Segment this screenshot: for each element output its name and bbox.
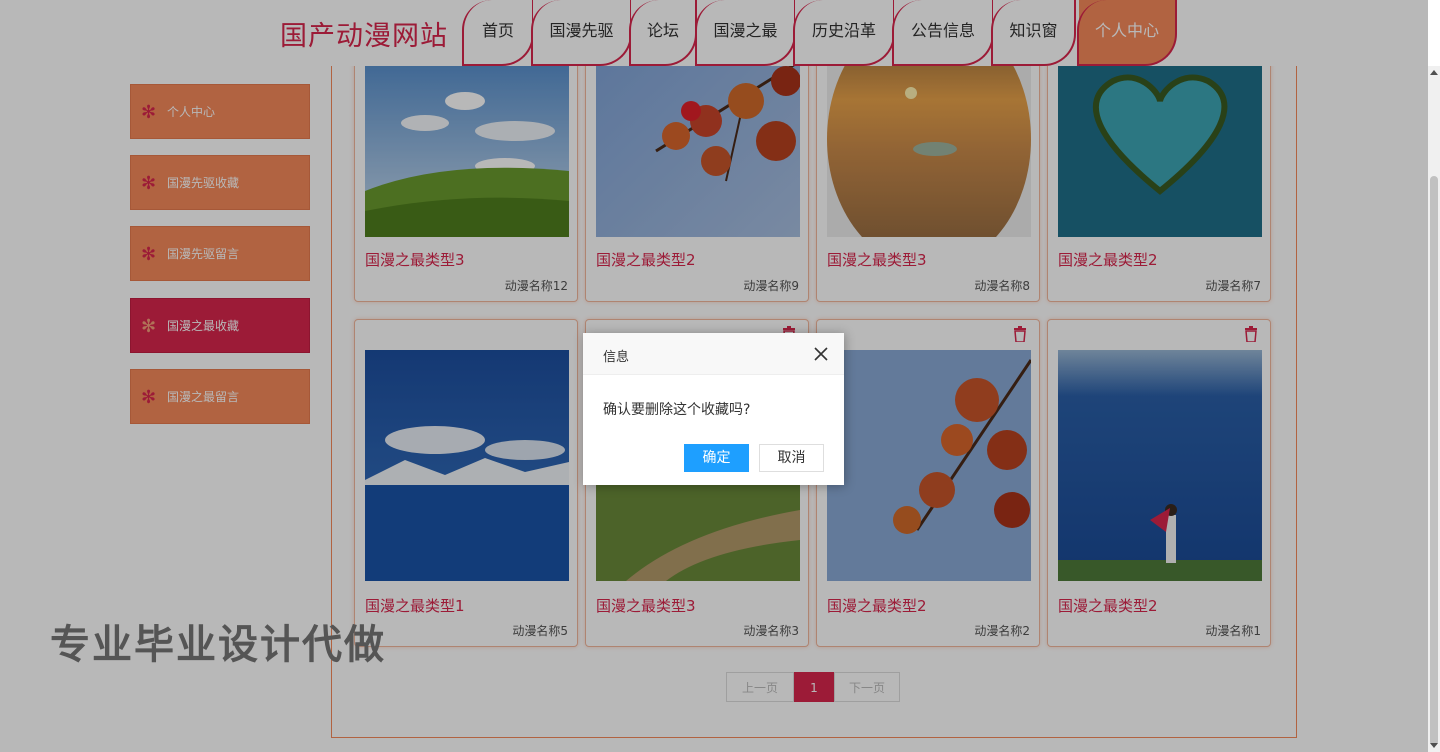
- cancel-button[interactable]: 取消: [759, 444, 824, 472]
- watermark-text: 专业毕业设计代做: [50, 622, 386, 668]
- dialog-header: 信息: [583, 333, 844, 375]
- confirm-button[interactable]: 确定: [684, 444, 749, 472]
- scroll-up-icon[interactable]: [1430, 70, 1438, 75]
- confirm-dialog: 信息 确认要删除这个收藏吗? 确定 取消: [583, 333, 844, 485]
- close-icon[interactable]: [814, 346, 828, 361]
- dialog-title: 信息: [603, 350, 630, 365]
- dialog-message: 确认要删除这个收藏吗?: [603, 402, 751, 418]
- page-scrollbar[interactable]: [1428, 66, 1440, 752]
- scroll-down-icon[interactable]: [1430, 743, 1438, 748]
- scroll-thumb[interactable]: [1430, 176, 1438, 746]
